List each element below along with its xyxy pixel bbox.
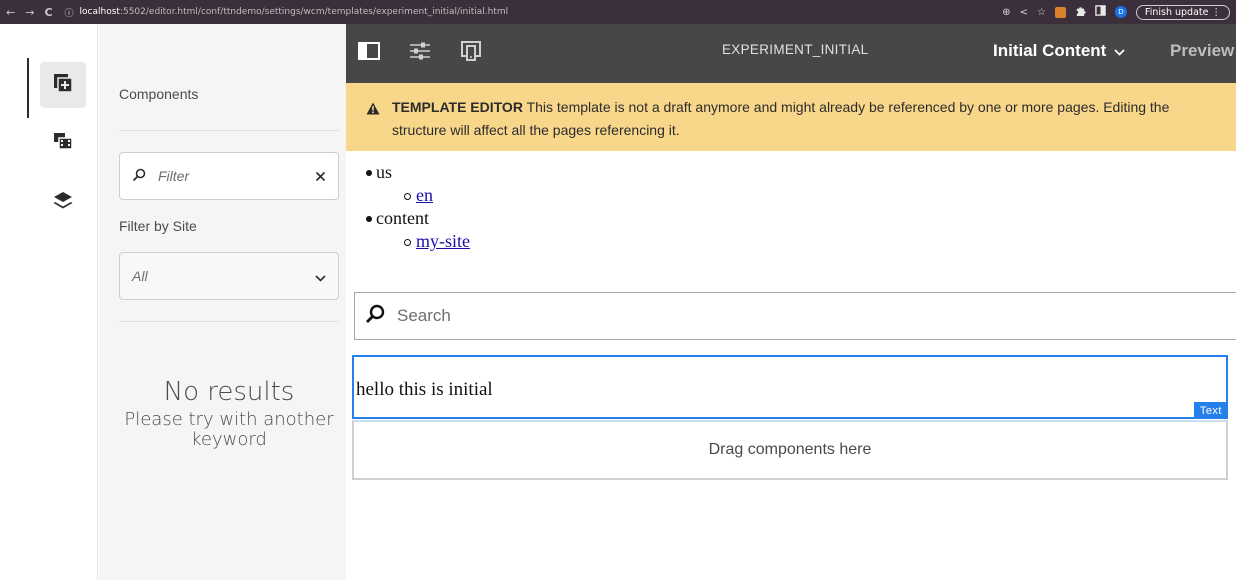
bullet-icon bbox=[366, 216, 372, 222]
search-placeholder: Search bbox=[397, 306, 451, 325]
side-rail bbox=[0, 24, 98, 580]
tree-link[interactable]: en bbox=[416, 185, 433, 205]
banner-text: TEMPLATE EDITOR This template is not a d… bbox=[366, 96, 1222, 142]
finish-update-button[interactable]: Finish update ⋮ bbox=[1135, 4, 1230, 20]
circle-bullet-icon bbox=[404, 193, 411, 200]
browser-bar: ← → C ⓘ localhost:5502/editor.html/conf/… bbox=[0, 0, 1236, 24]
browser-nav: ← → C bbox=[0, 6, 53, 19]
no-results-hint-line1: Please try with another bbox=[124, 409, 334, 430]
panel-divider bbox=[119, 130, 339, 131]
reload-icon[interactable]: C bbox=[44, 6, 52, 19]
extensions-puzzle-icon[interactable] bbox=[1075, 5, 1086, 19]
rail-components-button[interactable] bbox=[40, 62, 86, 108]
assets-icon bbox=[52, 130, 74, 156]
layers-icon bbox=[52, 190, 74, 216]
share-icon[interactable]: < bbox=[1020, 7, 1028, 18]
site-select[interactable]: All bbox=[119, 252, 339, 300]
search-icon bbox=[365, 304, 385, 329]
page-title: EXPERIMENT_INITIAL bbox=[722, 42, 869, 57]
search-icon bbox=[132, 167, 146, 186]
finish-update-label: Finish update bbox=[1144, 6, 1209, 18]
tree-item: content my-site bbox=[366, 207, 470, 253]
page-policy-button[interactable] bbox=[407, 40, 433, 66]
rail-content-tree-button[interactable] bbox=[40, 180, 86, 226]
browser-menu-icon[interactable]: ⋮ bbox=[1212, 7, 1222, 18]
circle-bullet-icon bbox=[404, 239, 411, 246]
emulator-button[interactable] bbox=[458, 40, 484, 66]
bullet-icon bbox=[366, 170, 372, 176]
mode-label: Initial Content bbox=[993, 41, 1107, 60]
panel-divider bbox=[119, 321, 339, 322]
bookmark-star-icon[interactable]: ☆ bbox=[1037, 7, 1046, 18]
address-bar[interactable]: ⓘ localhost:5502/editor.html/conf/ttndem… bbox=[65, 6, 509, 19]
profile-avatar[interactable]: D bbox=[1114, 6, 1127, 18]
url-host: localhost bbox=[79, 7, 120, 17]
filter-by-site-label: Filter by Site bbox=[119, 218, 197, 234]
toggle-side-panel-button[interactable] bbox=[356, 40, 382, 66]
site-select-value: All bbox=[132, 268, 148, 284]
no-results-hint-line2: keyword bbox=[191, 429, 267, 450]
tree-item-label: us bbox=[376, 162, 393, 182]
components-icon bbox=[52, 72, 74, 98]
site-tree: us en content my-site bbox=[366, 161, 470, 253]
rail-assets-button[interactable] bbox=[40, 120, 86, 166]
clear-filter-icon[interactable] bbox=[315, 167, 326, 186]
tree-subitem: my-site bbox=[376, 230, 470, 253]
sliders-icon bbox=[409, 42, 431, 64]
site-info-icon[interactable]: ⓘ bbox=[65, 6, 74, 19]
tree-item-label: content bbox=[376, 208, 429, 228]
tree-item: us en bbox=[366, 161, 470, 207]
component-type-tag: Text bbox=[1193, 402, 1228, 419]
text-component-value: hello this is initial bbox=[356, 379, 493, 400]
no-results-title: No results bbox=[163, 377, 295, 407]
zoom-icon[interactable]: ⊕ bbox=[1002, 7, 1010, 18]
chevron-down-icon bbox=[315, 267, 326, 286]
chevron-down-icon bbox=[1114, 41, 1125, 61]
filter-placeholder: Filter bbox=[158, 168, 190, 184]
no-results-message: No results Please try with another keywo… bbox=[99, 376, 359, 450]
active-rail-indicator bbox=[27, 58, 29, 118]
extension-icon[interactable] bbox=[1054, 6, 1066, 18]
drop-zone[interactable]: Drag components here bbox=[352, 420, 1228, 480]
forward-icon[interactable]: → bbox=[25, 6, 34, 19]
device-emulator-icon bbox=[460, 40, 482, 66]
component-filter-input[interactable]: Filter bbox=[119, 152, 339, 200]
browser-actions: ⊕ < ☆ D Finish update ⋮ bbox=[1002, 4, 1236, 20]
template-warning-banner: TEMPLATE EDITOR This template is not a d… bbox=[346, 83, 1236, 151]
text-component[interactable]: hello this is initial Text bbox=[352, 355, 1228, 419]
back-icon[interactable]: ← bbox=[6, 6, 15, 19]
mode-selector[interactable]: Initial Content bbox=[993, 41, 1125, 61]
url-path: :5502/editor.html/conf/ttndemo/settings/… bbox=[119, 7, 509, 17]
panel-title: Components bbox=[119, 86, 199, 102]
tree-link[interactable]: my-site bbox=[416, 231, 470, 251]
alert-icon bbox=[366, 99, 380, 122]
search-component[interactable]: Search bbox=[354, 292, 1236, 340]
components-panel: Components Filter Filter by Site All No … bbox=[99, 24, 346, 580]
side-panel-toggle-icon bbox=[358, 42, 380, 64]
editor-toolbar: EXPERIMENT_INITIAL Initial Content Previ… bbox=[346, 24, 1236, 83]
preview-button[interactable]: Preview bbox=[1170, 41, 1234, 61]
banner-heading: TEMPLATE EDITOR bbox=[392, 99, 523, 115]
drop-zone-label: Drag components here bbox=[708, 441, 872, 458]
page-canvas: us en content my-site Search hello this bbox=[346, 151, 1236, 580]
side-panel-icon[interactable] bbox=[1095, 5, 1106, 19]
tree-subitem: en bbox=[376, 184, 470, 207]
